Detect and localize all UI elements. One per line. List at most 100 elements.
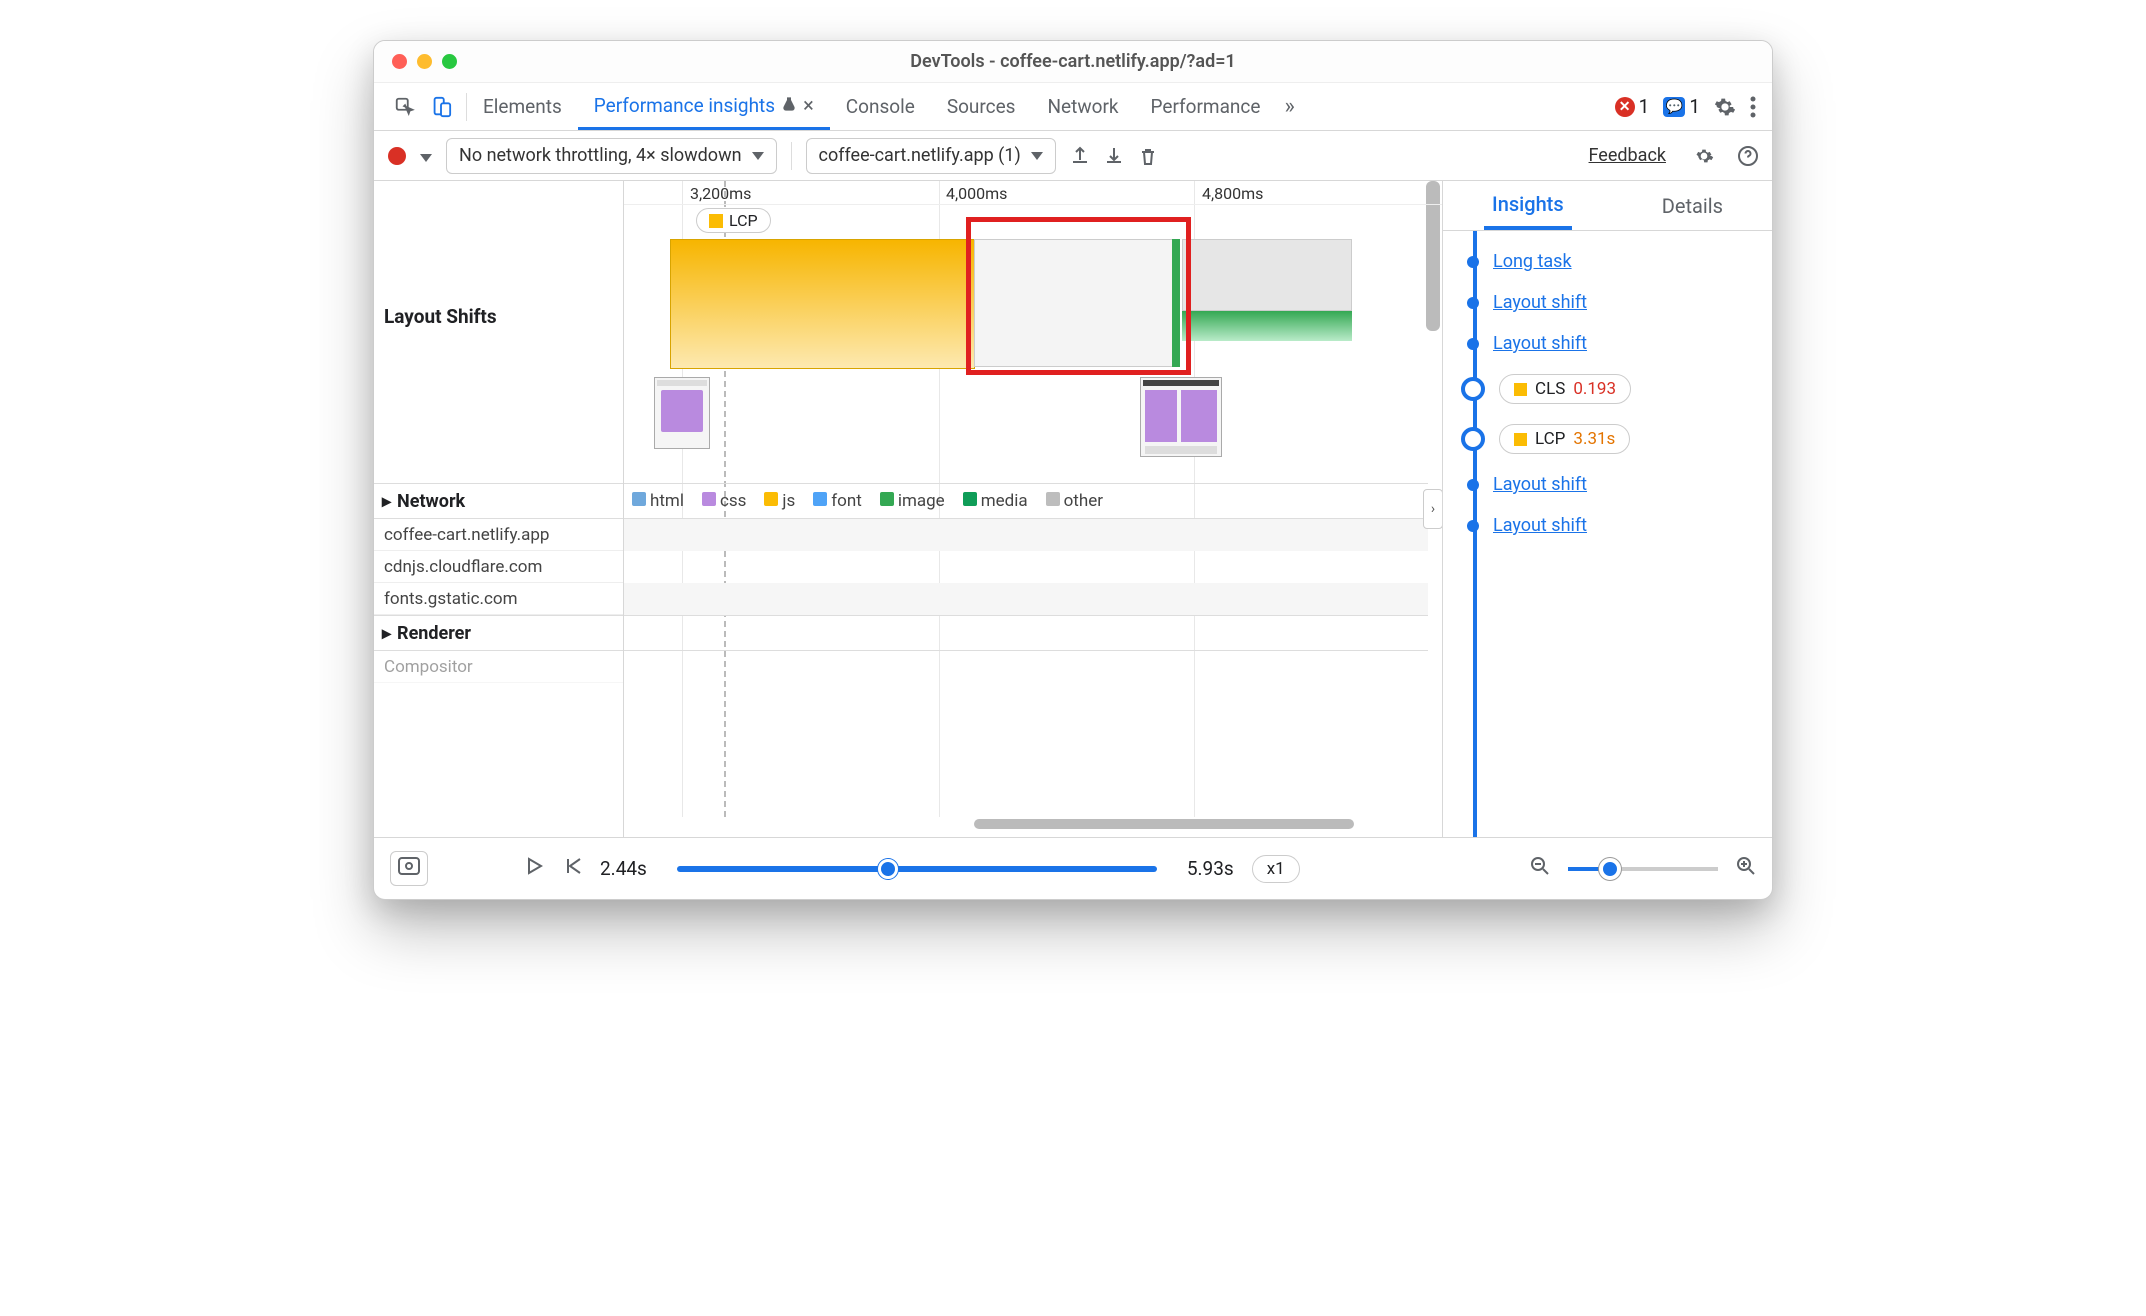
insight-item-cls[interactable]: CLS 0.193 [1461, 364, 1772, 414]
insights-toolbar: No network throttling, 4× slowdown coffe… [374, 131, 1772, 181]
tab-performance-insights[interactable]: Performance insights × [578, 83, 830, 130]
insight-item-lcp[interactable]: LCP 3.31s [1461, 414, 1772, 464]
messages-count: 1 [1689, 95, 1700, 118]
network-host-row[interactable]: coffee-cart.netlify.app [374, 519, 623, 551]
tab-console[interactable]: Console [830, 83, 931, 130]
rewind-start-icon[interactable] [562, 856, 582, 881]
insight-item[interactable]: Layout shift [1461, 282, 1772, 323]
insight-item[interactable]: Layout shift [1461, 323, 1772, 364]
timeline-block-grey2[interactable] [1182, 239, 1352, 311]
compositor-section-header[interactable]: Compositor [374, 651, 623, 683]
legend-item: font [813, 491, 862, 511]
timeline-block-green[interactable] [1182, 311, 1352, 341]
window-title: DevTools - coffee-cart.netlify.app/?ad=1 [910, 51, 1235, 72]
messages-badge[interactable]: 💬 1 [1663, 95, 1700, 118]
time-slider[interactable] [677, 866, 1157, 872]
lcp-marker-pill[interactable]: LCP [696, 208, 771, 233]
throttling-dropdown[interactable]: No network throttling, 4× slowdown [446, 138, 777, 174]
cls-swatch-icon [1514, 383, 1527, 396]
zoom-in-icon[interactable] [1736, 856, 1756, 881]
dot-icon [1467, 297, 1479, 309]
panel-collapse-handle[interactable]: › [1423, 489, 1442, 529]
filmstrip-thumbnail[interactable] [1140, 377, 1222, 457]
network-host-row[interactable]: fonts.gstatic.com [374, 583, 623, 615]
time-start: 2.44s [600, 857, 647, 880]
row-labels-column: Layout Shifts ▸ Network coffee-cart.netl… [374, 181, 624, 837]
export-icon[interactable] [1070, 146, 1090, 166]
insights-list[interactable]: Long task Layout shift Layout shift CLS … [1443, 231, 1772, 837]
horizontal-scrollbar[interactable] [954, 819, 1432, 833]
window-close-button[interactable] [392, 54, 407, 69]
import-icon[interactable] [1104, 146, 1124, 166]
insight-link[interactable]: Long task [1493, 251, 1572, 272]
timeline-body[interactable]: 3,200ms 4,000ms 4,800ms LCP [624, 181, 1442, 837]
tab-label: Performance insights [594, 94, 775, 117]
insight-item[interactable]: Layout shift [1461, 505, 1772, 546]
insight-link[interactable]: Layout shift [1493, 474, 1587, 495]
filmstrip-thumbnail[interactable] [654, 377, 710, 449]
insight-item[interactable]: Long task [1461, 241, 1772, 282]
errors-badge[interactable]: ✕ 1 [1615, 95, 1650, 118]
record-button[interactable] [388, 147, 406, 165]
time-tick: 4,800ms [1202, 184, 1263, 203]
lcp-pill[interactable]: LCP 3.31s [1499, 424, 1630, 454]
errors-count: 1 [1639, 95, 1650, 118]
lcp-label: LCP [1535, 429, 1565, 449]
recording-dropdown[interactable]: coffee-cart.netlify.app (1) [806, 138, 1056, 174]
toggle-preview-icon[interactable] [390, 851, 428, 886]
insight-link[interactable]: Layout shift [1493, 515, 1587, 536]
selection-highlight-box [966, 217, 1191, 375]
network-label: Network [397, 491, 465, 512]
zoom-out-icon[interactable] [1530, 856, 1550, 881]
legend-item: other [1046, 491, 1103, 511]
expand-triangle-icon: ▸ [382, 491, 391, 512]
legend-item: js [764, 491, 795, 511]
kebab-menu-icon[interactable] [1750, 96, 1756, 118]
dot-icon [1467, 338, 1479, 350]
help-icon[interactable] [1738, 146, 1758, 166]
more-tabs-icon[interactable]: » [1276, 94, 1302, 119]
network-section-header[interactable]: ▸ Network [374, 483, 623, 519]
timeline-block-orange[interactable] [670, 239, 975, 369]
settings-gear-icon[interactable] [1714, 96, 1736, 118]
cls-pill[interactable]: CLS 0.193 [1499, 374, 1631, 404]
timeline-panel: Layout Shifts ▸ Network coffee-cart.netl… [374, 181, 1442, 837]
legend-item: image [880, 491, 945, 511]
network-legend: html css js font image media other [624, 483, 1428, 519]
delete-icon[interactable] [1138, 146, 1158, 166]
playback-speed-button[interactable]: x1 [1252, 855, 1300, 883]
record-dropdown-icon[interactable] [420, 144, 432, 167]
separator [791, 142, 792, 170]
cls-value: 0.193 [1573, 379, 1616, 399]
tab-network[interactable]: Network [1032, 83, 1135, 130]
tab-elements[interactable]: Elements [467, 83, 578, 130]
slider-thumb[interactable] [878, 859, 898, 879]
zoom-slider[interactable] [1568, 867, 1718, 871]
row-stripe [624, 615, 1428, 651]
insight-link[interactable]: Layout shift [1493, 292, 1587, 313]
close-tab-icon[interactable]: × [803, 93, 814, 117]
panel-settings-gear-icon[interactable] [1694, 146, 1714, 166]
network-host-row[interactable]: cdnjs.cloudflare.com [374, 551, 623, 583]
window-zoom-button[interactable] [442, 54, 457, 69]
insight-link[interactable]: Layout shift [1493, 333, 1587, 354]
renderer-section-header[interactable]: ▸ Renderer [374, 615, 623, 651]
recording-value: coffee-cart.netlify.app (1) [819, 145, 1021, 166]
row-stripe [624, 583, 1428, 615]
tab-performance[interactable]: Performance [1135, 83, 1277, 130]
tab-sources[interactable]: Sources [931, 83, 1032, 130]
zoom-thumb[interactable] [1599, 858, 1621, 880]
device-toolbar-icon[interactable] [430, 96, 452, 118]
message-icon: 💬 [1663, 97, 1685, 117]
legend-item: media [963, 491, 1028, 511]
inspect-element-icon[interactable] [394, 96, 416, 118]
renderer-label: Renderer [397, 623, 471, 644]
feedback-link[interactable]: Feedback [1589, 145, 1666, 166]
insight-item[interactable]: Layout shift [1461, 464, 1772, 505]
lcp-value: 3.31s [1573, 429, 1615, 449]
tab-details[interactable]: Details [1654, 184, 1731, 228]
playback-bar: 2.44s 5.93s x1 [374, 837, 1772, 899]
tab-insights[interactable]: Insights [1484, 182, 1572, 230]
play-icon[interactable] [524, 856, 544, 881]
window-minimize-button[interactable] [417, 54, 432, 69]
